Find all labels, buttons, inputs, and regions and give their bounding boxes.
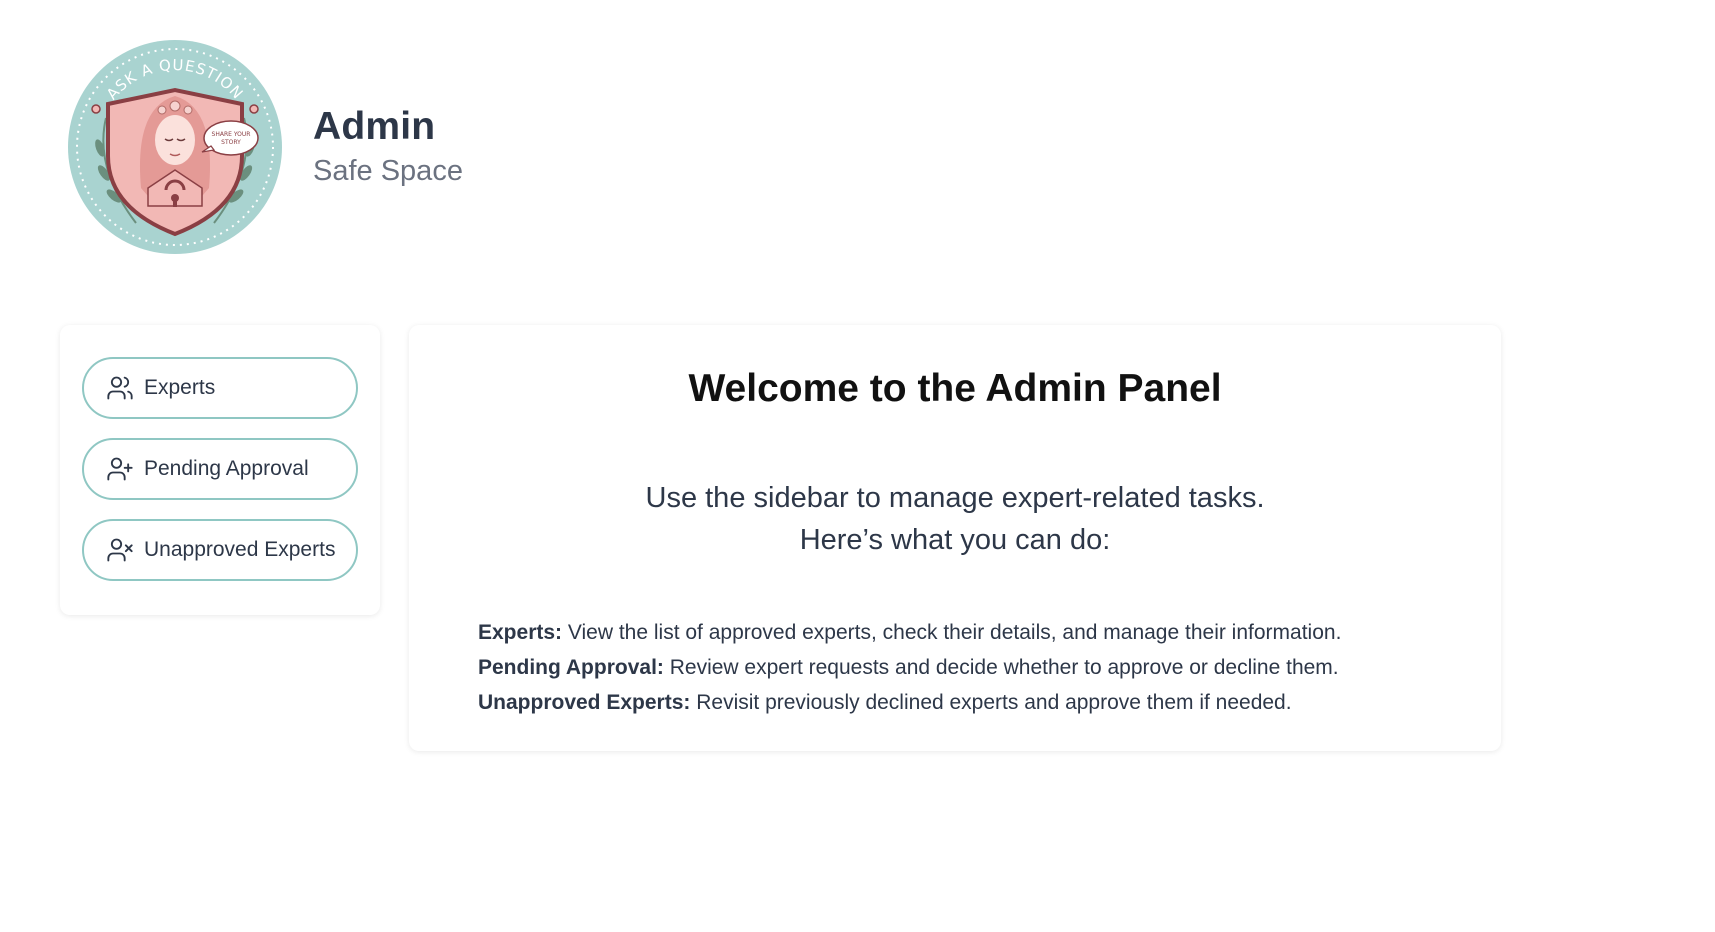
main-panel: Welcome to the Admin Panel Use the sideb… — [409, 325, 1501, 751]
feature-term: Experts: — [478, 621, 563, 644]
svg-text:SHARE YOUR: SHARE YOUR — [212, 131, 251, 138]
page-header: ASK A QUESTION SHARE YOUR STORY Admin Sa… — [66, 38, 463, 256]
intro-line-2: Here’s what you can do: — [799, 524, 1111, 556]
sidebar: Experts Pending Approval Unapproved Expe… — [60, 325, 380, 615]
safe-space-logo: ASK A QUESTION SHARE YOUR STORY — [66, 38, 284, 256]
feature-item: Pending Approval: Review expert requests… — [478, 650, 1341, 685]
intro-line-1: Use the sidebar to manage expert-related… — [645, 482, 1265, 514]
experts-button[interactable]: Experts — [82, 357, 358, 419]
brand-title: Admin — [313, 105, 436, 148]
pending-approval-button[interactable]: Pending Approval — [82, 438, 358, 500]
feature-item: Unapproved Experts: Revisit previously d… — [478, 685, 1341, 720]
feature-description: Review expert requests and decide whethe… — [663, 656, 1339, 679]
unapproved-experts-button[interactable]: Unapproved Experts — [82, 519, 358, 581]
intro-text: Use the sidebar to manage expert-related… — [409, 477, 1501, 561]
page-title: Welcome to the Admin Panel — [688, 367, 1222, 410]
svg-text:STORY: STORY — [221, 139, 241, 146]
brand-block: Admin Safe Space — [313, 104, 463, 190]
feature-description: Revisit previously declined experts and … — [690, 691, 1292, 714]
brand-subtitle: Safe Space — [313, 155, 463, 187]
user-x-icon — [106, 536, 134, 564]
unapproved-experts-button-label: Unapproved Experts — [144, 538, 336, 561]
users-icon — [106, 374, 134, 402]
feature-term: Pending Approval: — [478, 656, 664, 679]
feature-description: View the list of approved experts, check… — [562, 621, 1342, 644]
pending-approval-button-label: Pending Approval — [144, 457, 309, 480]
feature-term: Unapproved Experts: — [478, 691, 691, 714]
feature-item: Experts: View the list of approved exper… — [478, 615, 1341, 650]
experts-button-label: Experts — [144, 376, 216, 399]
user-plus-icon — [106, 455, 134, 483]
feature-list: Experts: View the list of approved exper… — [478, 615, 1341, 720]
